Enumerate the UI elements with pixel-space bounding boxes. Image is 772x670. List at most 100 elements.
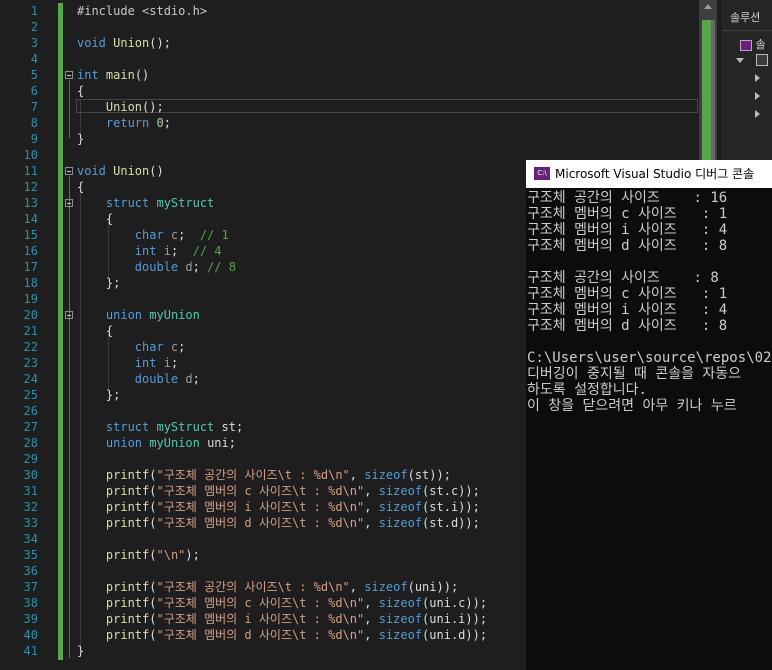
code-token: , (364, 484, 379, 498)
code-token: myUnion (149, 436, 208, 450)
solution-explorer-tab[interactable]: 솔루션 (722, 5, 772, 31)
line-number: 5 (30, 68, 38, 82)
console-title-bar[interactable]: C:\ Microsoft Visual Studio 디버그 콘솔 (526, 160, 772, 188)
code-token: printf (105, 580, 150, 594)
code-token: , (364, 596, 379, 610)
expand-down-icon[interactable] (736, 57, 744, 63)
code-token: { (77, 84, 85, 98)
collapse-struct-icon[interactable] (65, 199, 73, 207)
debug-console-window[interactable]: C:\ Microsoft Visual Studio 디버그 콘솔 구조체 공… (526, 160, 772, 670)
code-line[interactable]: #include <stdio.h> (77, 3, 697, 19)
line-number: 25 (23, 388, 38, 402)
code-token: int (77, 68, 106, 82)
line-number: 4 (30, 52, 38, 66)
line-number: 21 (23, 324, 38, 338)
console-line: 구조체 멤버의 d 사이즈 : 8 (527, 238, 728, 254)
fold-line (69, 208, 70, 282)
line-number: 33 (23, 516, 38, 530)
code-token: Union (105, 100, 143, 114)
code-token: (uni.d)); (422, 628, 488, 642)
expand-right-icon[interactable] (755, 74, 760, 82)
code-token: (st.d)); (422, 516, 480, 530)
code-token: sizeof (378, 484, 423, 498)
code-token: ; (170, 244, 193, 258)
code-token: sizeof (378, 596, 423, 610)
code-token: double (134, 260, 186, 274)
project-row[interactable] (736, 53, 768, 66)
code-token: ( (149, 628, 157, 642)
expand-right-icon[interactable] (755, 92, 760, 100)
change-tracking-bar (58, 3, 63, 660)
code-token: d (185, 260, 193, 274)
code-token: i (163, 244, 171, 258)
line-number: 16 (23, 244, 38, 258)
expand-right-icon[interactable] (755, 110, 760, 118)
collapse-union-icon[interactable] (65, 167, 73, 175)
code-token: ( (149, 468, 157, 482)
project-icon (755, 54, 768, 66)
collapse-main-icon[interactable] (65, 71, 73, 79)
line-number: 41 (23, 644, 38, 658)
code-token: void (77, 164, 114, 178)
code-token: ); (185, 548, 200, 562)
code-token: () (134, 68, 150, 82)
solution-root-row[interactable]: 솔 (740, 36, 766, 52)
code-token: Union (113, 164, 150, 178)
line-number: 15 (23, 228, 38, 242)
code-line[interactable]: return 0; (77, 115, 697, 131)
code-token: ; (192, 372, 200, 386)
code-token: } (77, 644, 85, 658)
console-line: 이 창을 닫으려면 아무 키나 누르 (527, 398, 737, 414)
code-line[interactable]: } (77, 131, 697, 147)
code-token: (st)); (407, 468, 451, 482)
code-token: printf (105, 500, 150, 514)
line-number: 38 (23, 596, 38, 610)
line-number: 2 (30, 20, 38, 34)
code-token: printf (105, 484, 150, 498)
line-number: 11 (23, 164, 38, 178)
code-token: "구조체 멤버의 c 사이즈\t : %d\n" (156, 484, 365, 498)
line-number: 19 (23, 292, 38, 306)
code-line[interactable]: void Union(); (77, 35, 697, 51)
scroll-up-icon[interactable] (704, 4, 712, 9)
line-number: 23 (23, 356, 38, 370)
code-token: ; (170, 356, 179, 370)
code-token: union (105, 308, 150, 322)
console-line: C:\Users\user\source\repos\0227 (527, 350, 772, 366)
line-number: 26 (23, 404, 38, 418)
code-line[interactable]: int main() (77, 67, 697, 83)
code-token: , (364, 516, 379, 530)
code-token: printf (105, 612, 150, 626)
line-number: 32 (23, 500, 38, 514)
code-token: printf (105, 628, 150, 642)
code-token: void (77, 36, 114, 50)
code-token: myUnion (149, 308, 200, 322)
collapse-union-block-icon[interactable] (65, 311, 73, 319)
console-app-icon: C:\ (534, 167, 550, 180)
code-token: ; (178, 340, 186, 354)
code-token: }; (77, 276, 121, 290)
solution-icon (740, 39, 752, 51)
line-number: 35 (23, 548, 38, 562)
line-number: 40 (23, 628, 38, 642)
code-token: union (105, 436, 150, 450)
line-number: 8 (30, 116, 38, 130)
code-line[interactable]: { (77, 83, 697, 99)
code-token: return (105, 116, 157, 130)
console-line: 구조체 공간의 사이즈 : 8 (527, 270, 719, 286)
code-line[interactable]: Union(); (77, 99, 697, 115)
console-line: 구조체 멤버의 i 사이즈 : 4 (527, 222, 728, 238)
code-token: d (185, 372, 193, 386)
